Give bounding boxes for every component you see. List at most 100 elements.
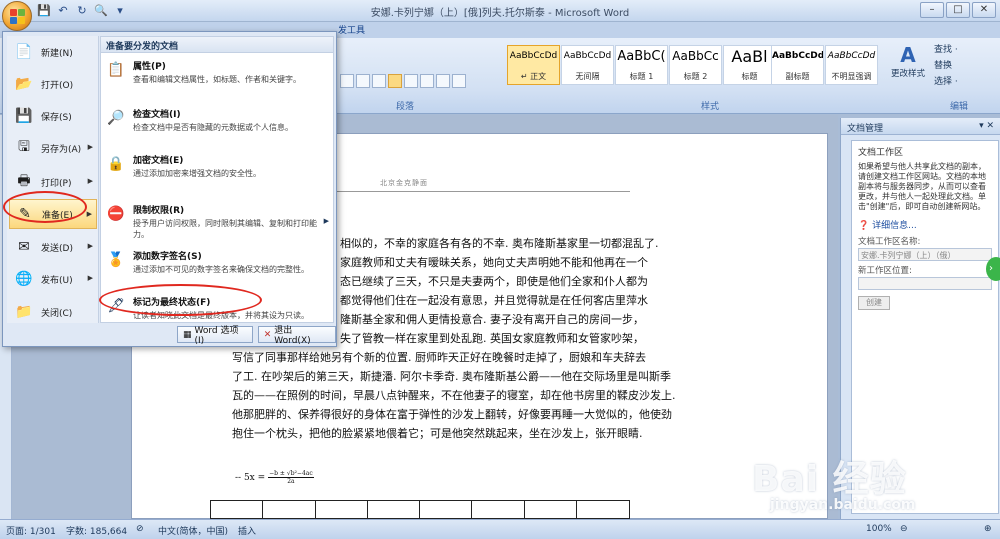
- exit-word-button[interactable]: ✕ 退出 Word(X): [257, 326, 336, 346]
- doc-line-2: 家庭教师和丈夫有暧昧关系，她向丈夫声明她不能和他再在一个: [340, 256, 648, 269]
- doc-line-5: 隆斯基全家和佣人更情投意合. 妻子没有离开自己的房间一步，: [340, 313, 644, 326]
- equation[interactable]: -- 5x = −b ± √b²−4ac 2a: [235, 470, 314, 485]
- create-button[interactable]: 创建: [858, 296, 890, 310]
- page-header-text: 北京金克静面: [380, 179, 428, 187]
- menu-item-send[interactable]: ✉ 发送(D) ▶: [9, 232, 97, 262]
- status-insert-mode[interactable]: 插入: [238, 524, 256, 537]
- style-title[interactable]: AaBl 标题: [723, 45, 776, 85]
- task-pane-header: 文档管理 ▾ ✕: [841, 118, 1000, 135]
- menu-item-publish[interactable]: 🌐 发布(U) ▶: [9, 264, 97, 294]
- green-bubble-icon[interactable]: ›: [986, 257, 1000, 281]
- status-page[interactable]: 页面: 1/301: [6, 524, 56, 537]
- status-language[interactable]: 中文(简体，中国): [158, 524, 228, 537]
- workspace-description: 如果希望与他人共享此文档的副本，请创建文档工作区网站。文档的本地副本将与服务器同…: [858, 162, 986, 211]
- style-subtitle[interactable]: AaBbCcDd 副标题: [771, 45, 824, 85]
- doc-line-4: 都觉得他们住在一起没有意思，并且觉得就是在任何客店里萍水: [340, 294, 648, 307]
- office-menu-footer: ▦ Word 选项(I) ✕ 退出 Word(X): [177, 326, 336, 346]
- doc-line-7: 写信了同事那样给她另有个新的位置. 厨师昨天正好在晚餐时走掉了，厨娘和车夫辞去: [232, 351, 646, 364]
- style-no-spacing[interactable]: AaBbCcDd 无间隔: [561, 45, 614, 85]
- prepare-submenu-header: 准备要分发的文档: [101, 37, 333, 53]
- submenu-digital-signature[interactable]: 🏅 添加数字签名(S) 通过添加不可见的数字签名来确保文档的完整性。: [105, 249, 331, 275]
- more-info-link[interactable]: ❓ 详细信息...: [858, 218, 992, 231]
- spelling-check-icon[interactable]: ⊘: [136, 524, 144, 534]
- document-table[interactable]: [210, 500, 630, 519]
- menu-item-save-as[interactable]: 🖫 另存为(A) ▶: [9, 133, 97, 163]
- office-button[interactable]: [2, 1, 32, 31]
- submenu-restrict-permission[interactable]: ⛔ 限制权限(R) 授予用户访问权限，同时限制其编辑、复制和打印能力。 ▶: [105, 203, 331, 240]
- word-options-button[interactable]: ▦ Word 选项(I): [177, 326, 253, 346]
- doc-line-1: 相似的，不幸的家庭各有各的不幸. 奥布隆斯基家里一切都混乱了.: [340, 237, 659, 250]
- publish-icon: 🌐: [15, 271, 33, 287]
- align-right-icon[interactable]: [372, 74, 386, 88]
- save-as-icon: 🖫: [18, 139, 30, 155]
- change-styles-button[interactable]: A 更改样式: [888, 43, 928, 79]
- replace-button[interactable]: 替换: [934, 58, 998, 74]
- find-button[interactable]: 查找 ·: [934, 42, 998, 58]
- digital-signature-icon: 🏅: [107, 252, 125, 268]
- watermark-url: jingyan.baidu.com: [770, 497, 916, 513]
- shading-icon[interactable]: [436, 74, 450, 88]
- workspace-name-field[interactable]: 安娜.卡列宁娜（上）（俄）: [858, 248, 992, 261]
- minimize-button[interactable]: –: [920, 2, 944, 18]
- align-left-icon[interactable]: [340, 74, 354, 88]
- style-subtle-emphasis[interactable]: AaBbCcDd 不明显强调: [825, 45, 878, 85]
- style-heading-1[interactable]: AaBbC( 标题 1: [615, 45, 668, 85]
- task-pane-close-icon[interactable]: ▾ ✕: [979, 121, 994, 131]
- zoom-in-icon[interactable]: ⊕: [984, 524, 992, 534]
- borders-icon[interactable]: [452, 74, 466, 88]
- style-heading-2[interactable]: AaBbCc 标题 2: [669, 45, 722, 85]
- close-window-button[interactable]: ✕: [972, 2, 996, 18]
- doc-line-3: 态已继续了三天，不只是夫妻两个，即使是他们全家和仆人都为: [340, 275, 648, 288]
- maximize-button[interactable]: □: [946, 2, 970, 18]
- workspace-section-title: 文档工作区: [858, 148, 904, 158]
- submenu-arrow-icon: ▶: [87, 143, 93, 151]
- exit-x-icon: ✕: [263, 329, 272, 340]
- window-title: 安娜.卡列宁娜（上）[俄]列夫.托尔斯泰 - Microsoft Word: [370, 8, 630, 19]
- new-doc-icon: 📄: [15, 44, 33, 60]
- select-button[interactable]: 选择 ·: [934, 74, 998, 90]
- align-center-icon[interactable]: [356, 74, 370, 88]
- line-spacing-icon[interactable]: [420, 74, 434, 88]
- send-icon: ✉: [18, 239, 30, 255]
- group-label-styles: 样式: [700, 102, 719, 112]
- doc-line-6: 失了管教一样在家里到处乱跑. 英国女家庭教师和女管家吵架，: [340, 332, 644, 345]
- distributed-icon[interactable]: [404, 74, 418, 88]
- editing-group: 查找 · 替换 选择 ·: [934, 42, 998, 90]
- inspect-icon: 🔎: [107, 110, 125, 126]
- restrict-permission-icon: ⛔: [107, 206, 125, 222]
- menu-item-save[interactable]: 💾 保存(S): [9, 101, 97, 131]
- menu-item-close[interactable]: 📁 关闭(C): [9, 297, 97, 327]
- group-label-paragraph: 段落: [395, 102, 414, 112]
- zoom-level[interactable]: 100%: [866, 524, 892, 534]
- status-words[interactable]: 字数: 185,664: [66, 524, 127, 537]
- doc-line-10: 他那肥胖的、保养得很好的身体在富于弹性的沙发上翻转，好像要再睡一大觉似的，他使劲: [232, 408, 672, 421]
- justify-icon[interactable]: [388, 74, 402, 88]
- submenu-arrow-icon: ▶: [87, 274, 93, 282]
- task-pane-title: 文档管理: [847, 124, 884, 134]
- workspace-name-label: 文档工作区名称:: [858, 237, 921, 247]
- menu-item-new[interactable]: 📄 新建(N): [9, 37, 97, 67]
- submenu-arrow-icon: ▶: [323, 217, 329, 225]
- submenu-arrow-icon: ▶: [86, 210, 92, 218]
- office-menu-commands: 📄 新建(N) 📂 打开(O) 💾 保存(S) 🖫 另存为(A) ▶ 🖶 打印(…: [7, 36, 99, 323]
- doc-line-9: 瓦的——在照例的时间，早晨八点钟醒来，不在他妻子的寝室，却在他书房里的鞣皮沙发上…: [232, 389, 676, 402]
- options-icon: ▦: [183, 329, 192, 340]
- prepare-submenu: 准备要分发的文档 📋 属性(P) 查看和编辑文档属性，如标题、作者和关键字。 🔎…: [100, 36, 334, 323]
- annotation-oval-mark-final: [99, 284, 262, 316]
- open-folder-icon: 📂: [15, 76, 33, 92]
- help-icon: ❓: [858, 221, 870, 231]
- doc-line-11: 抱住一个枕头，把他的脸紧紧地偎着它；可是他突然跳起来，坐在沙发上，张开眼睛.: [232, 427, 643, 440]
- submenu-arrow-icon: ▶: [87, 177, 93, 185]
- group-label-editing: 编辑: [949, 102, 968, 112]
- window-controls: – □ ✕: [920, 2, 996, 18]
- submenu-properties[interactable]: 📋 属性(P) 查看和编辑文档属性，如标题、作者和关键字。: [105, 59, 331, 85]
- workspace-location-dropdown[interactable]: [858, 277, 992, 290]
- annotation-oval-prepare: [3, 191, 87, 223]
- submenu-inspect-document[interactable]: 🔎 检查文档(I) 检查文档中是否有隐藏的元数据或个人信息。: [105, 107, 331, 133]
- style-normal[interactable]: AaBbCcDd ↵ 正文: [507, 45, 560, 85]
- tab-developer[interactable]: 发工具: [338, 23, 365, 36]
- submenu-arrow-icon: ▶: [87, 242, 93, 250]
- zoom-out-icon[interactable]: ⊖: [900, 524, 908, 534]
- submenu-encrypt-document[interactable]: 🔒 加密文档(E) 通过添加加密来增强文档的安全性。: [105, 153, 331, 179]
- menu-item-open[interactable]: 📂 打开(O): [9, 69, 97, 99]
